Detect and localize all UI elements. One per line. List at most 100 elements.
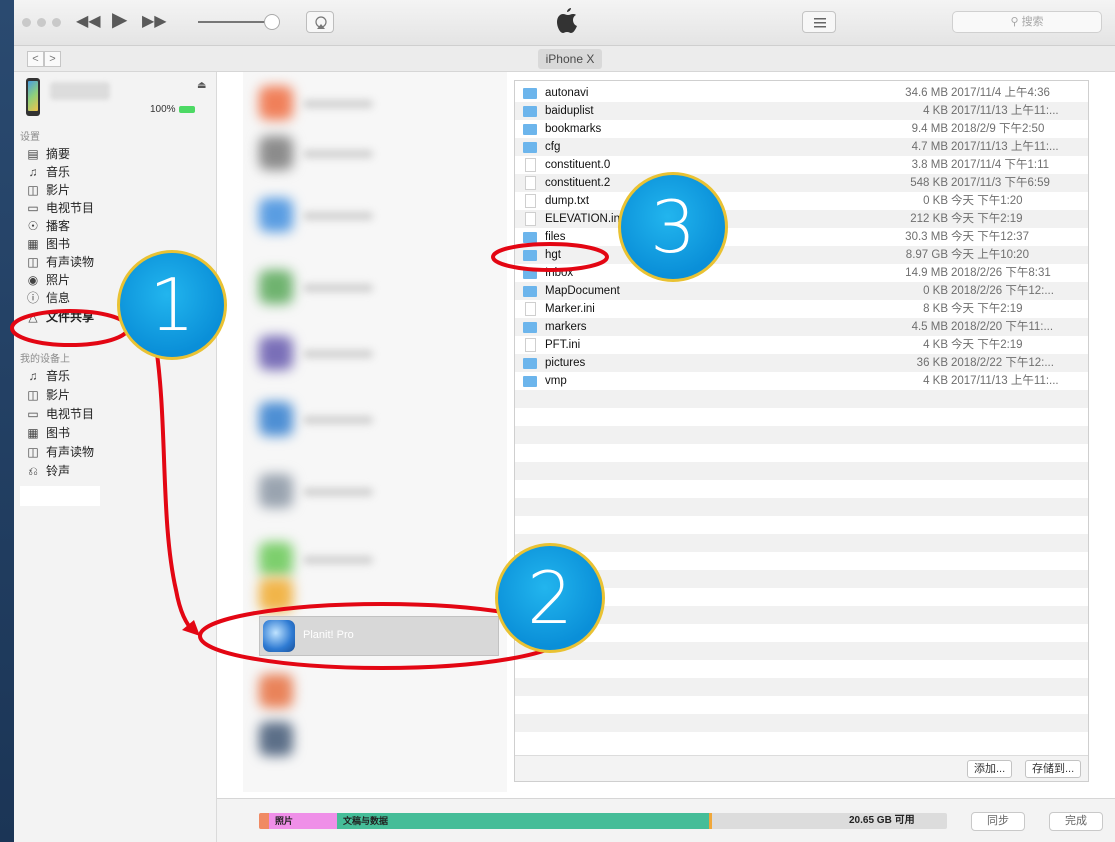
app-icon-blurred[interactable] — [259, 722, 293, 756]
minimize-dot[interactable] — [37, 18, 46, 27]
sidebar-item-label: 有声读物 — [46, 255, 95, 269]
volume-knob[interactable] — [264, 14, 280, 30]
file-row[interactable]: Inbox 14.9 MB 2018/2/26 下午8:31 — [515, 264, 1088, 282]
app-icon-blurred[interactable] — [259, 86, 293, 120]
search-input[interactable]: ⚲ 搜索 — [952, 11, 1102, 33]
audiobook-icon: ◫ — [27, 445, 39, 459]
tv-icon: ▭ — [27, 201, 39, 215]
file-row[interactable]: baiduplist 4 KB 2017/11/13 上午11:... — [515, 102, 1088, 120]
sidebar-item-label: 照片 — [46, 273, 71, 287]
app-icon-blurred[interactable] — [259, 198, 293, 232]
file-size: 3.8 MB — [911, 159, 948, 171]
file-row[interactable]: bookmarks 9.4 MB 2018/2/9 下午2:50 — [515, 120, 1088, 138]
file-row[interactable]: pictures 36 KB 2018/2/22 下午12:... — [515, 354, 1088, 372]
file-row[interactable]: MapDocument 0 KB 2018/2/26 下午12:... — [515, 282, 1088, 300]
file-row[interactable]: dump.txt 0 KB 今天 下午1:20 — [515, 192, 1088, 210]
info-icon: ⓘ — [26, 291, 39, 305]
device-tab[interactable]: iPhone X — [538, 49, 602, 69]
file-name: constituent.0 — [545, 159, 611, 171]
file-row[interactable]: constituent.0 3.8 MB 2017/11/4 下午1:11 — [515, 156, 1088, 174]
app-icon-blurred[interactable] — [259, 270, 293, 304]
sidebar-item-label: 信息 — [46, 291, 71, 305]
file-size: 34.6 MB — [905, 87, 948, 99]
back-button[interactable]: < — [27, 51, 44, 67]
device-item-music[interactable]: ♫ 音乐 — [24, 367, 214, 385]
step-badge-3: 3 — [618, 172, 728, 282]
zoom-dot[interactable] — [52, 18, 61, 27]
app-name-blurred — [303, 100, 373, 108]
file-row[interactable]: files 30.3 MB 今天 下午12:37 — [515, 228, 1088, 246]
volume-slider[interactable] — [198, 21, 268, 23]
app-icon-blurred[interactable] — [259, 542, 293, 576]
app-icon-blurred[interactable] — [259, 578, 293, 612]
document-icon — [525, 176, 536, 190]
device-item-tv[interactable]: ▭ 电视节目 — [24, 405, 214, 423]
sidebar-item-podcasts[interactable]: ☉ 播客 — [24, 217, 214, 235]
my-device-header: 我的设备上 — [20, 354, 70, 365]
file-size: 9.4 MB — [911, 123, 948, 135]
file-size: 4 KB — [923, 339, 948, 351]
device-item-ringtones[interactable]: ⎌ 铃声 — [24, 462, 214, 480]
app-icon-blurred[interactable] — [259, 336, 293, 370]
file-size: 14.9 MB — [905, 267, 948, 279]
file-date: 2018/2/9 下午2:50 — [951, 123, 1045, 135]
sidebar-item-tv[interactable]: ▭ 电视节目 — [24, 199, 214, 217]
fast-forward-icon[interactable]: ▶▶ — [142, 12, 167, 32]
sidebar-item-label: 影片 — [46, 183, 71, 197]
file-row[interactable]: ELEVATION.ini 212 KB 今天 下午2:19 — [515, 210, 1088, 228]
document-icon — [525, 158, 536, 172]
app-icon-blurred[interactable] — [259, 402, 293, 436]
sidebar-item-summary[interactable]: ▤ 摘要 — [24, 145, 214, 163]
podcast-icon: ☉ — [27, 219, 39, 233]
folder-icon — [523, 322, 537, 333]
folder-icon — [523, 268, 537, 279]
sidebar: ⏏ 100% 设置 ▤ 摘要 ♫ 音乐 ◫ 影片 ▭ 电视节目 ☉ 播客 ▦ 图书 ◫ 有声读… — [14, 72, 217, 842]
app-row-selected[interactable]: Planit! Pro — [259, 616, 499, 656]
sidebar-item-films[interactable]: ◫ 影片 — [24, 181, 214, 199]
list-view-icon[interactable] — [802, 11, 836, 33]
file-size: 0 KB — [923, 195, 948, 207]
forward-button[interactable]: > — [44, 51, 61, 67]
save-to-button[interactable]: 存储到... — [1025, 760, 1082, 778]
file-row[interactable]: constituent.2 548 KB 2017/11/3 下午6:59 — [515, 174, 1088, 192]
file-name: dump.txt — [545, 195, 590, 207]
sync-button[interactable]: 同步 — [971, 812, 1025, 831]
search-placeholder: 搜索 — [1021, 16, 1044, 28]
sidebar-item-music[interactable]: ♫ 音乐 — [24, 163, 214, 181]
device-item-films[interactable]: ◫ 影片 — [24, 386, 214, 404]
file-row[interactable]: autonavi 34.6 MB 2017/11/4 上午4:36 — [515, 84, 1088, 102]
file-date: 今天 下午2:19 — [951, 213, 1023, 225]
folder-icon — [523, 376, 537, 387]
close-dot[interactable] — [22, 18, 31, 27]
done-button[interactable]: 完成 — [1049, 812, 1103, 831]
file-row[interactable]: Marker.ini 8 KB 今天 下午2:19 — [515, 300, 1088, 318]
device-item-audiobooks[interactable]: ◫ 有声读物 — [24, 443, 214, 461]
free-space-label: 20.65 GB 可用 — [849, 815, 915, 826]
file-date: 今天 下午1:20 — [951, 195, 1023, 207]
empty-row — [515, 390, 1088, 408]
device-item-books[interactable]: ▦ 图书 — [24, 424, 214, 442]
add-file-button[interactable]: 添加... — [967, 760, 1013, 778]
file-row[interactable]: cfg 4.7 MB 2017/11/13 上午11:... — [515, 138, 1088, 156]
sidebar-item-books[interactable]: ▦ 图书 — [24, 235, 214, 253]
eject-icon[interactable]: ⏏ — [197, 80, 206, 91]
sidebar-item-label: 播客 — [46, 219, 71, 233]
book-icon: ▦ — [27, 426, 39, 440]
file-row[interactable]: markers 4.5 MB 2018/2/20 下午11:... — [515, 318, 1088, 336]
app-icon-blurred[interactable] — [259, 136, 293, 170]
folder-icon — [523, 232, 537, 243]
file-row[interactable]: vmp 4 KB 2017/11/13 上午11:... — [515, 372, 1088, 390]
play-icon[interactable]: ▶ — [112, 10, 127, 30]
file-name: files — [545, 231, 566, 243]
airplay-icon[interactable] — [306, 11, 334, 33]
sidebar-item-label: 有声读物 — [46, 445, 95, 459]
apps-list: Planit! Pro — [243, 72, 507, 792]
file-name: autonavi — [545, 87, 589, 99]
file-row[interactable]: hgt 8.97 GB 今天 上午10:20 — [515, 246, 1088, 264]
file-row[interactable]: PFT.ini 4 KB 今天 下午2:19 — [515, 336, 1088, 354]
app-icon-blurred[interactable] — [259, 674, 293, 708]
music-icon: ♫ — [28, 165, 38, 179]
rewind-icon[interactable]: ◀◀ — [76, 12, 101, 32]
app-icon-blurred[interactable] — [259, 474, 293, 508]
film-icon: ◫ — [27, 183, 39, 197]
